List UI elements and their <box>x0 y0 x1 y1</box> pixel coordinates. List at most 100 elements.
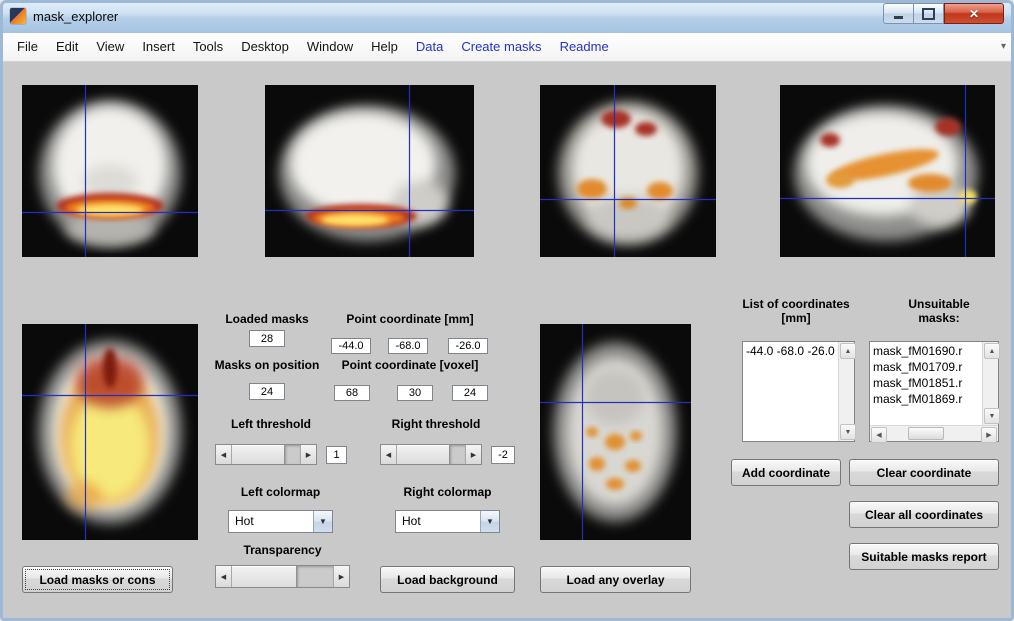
loaded-masks-label: Loaded masks <box>207 312 327 326</box>
minimize-button[interactable] <box>883 3 913 24</box>
add-coordinate-button[interactable]: Add coordinate <box>731 459 841 486</box>
unsuitable-masks-list-items: mask_fM01690.r mask_fM01709.r mask_fM018… <box>870 342 982 425</box>
clear-coordinate-button[interactable]: Clear coordinate <box>849 459 999 486</box>
point-voxel-x-field[interactable] <box>334 385 370 401</box>
menu-insert[interactable]: Insert <box>133 33 184 61</box>
scroll-up-icon[interactable]: ▲ <box>984 343 1000 359</box>
scroll-right-icon[interactable]: ▶ <box>981 427 997 443</box>
clear-all-coordinates-button[interactable]: Clear all coordinates <box>849 501 999 528</box>
point-mm-x-field[interactable] <box>331 338 371 354</box>
left-threshold-slider[interactable]: ◀ ▶ <box>215 444 317 465</box>
unsuitable-masks-label-line2: masks: <box>918 311 959 325</box>
horizontal-scrollbar[interactable]: ◀ ▶ <box>870 425 998 441</box>
list-item[interactable]: mask_fM01709.r <box>873 359 979 375</box>
slider-thumb[interactable] <box>232 566 297 587</box>
titlebar[interactable]: mask_explorer ✕ <box>0 0 1014 34</box>
menu-help[interactable]: Help <box>362 33 407 61</box>
right-colormap-label: Right colormap <box>395 485 500 499</box>
menu-edit[interactable]: Edit <box>47 33 87 61</box>
point-mm-y-field[interactable] <box>388 338 428 354</box>
scroll-down-icon[interactable]: ▼ <box>984 408 1000 424</box>
list-item[interactable]: -44.0 -68.0 -26.0 <box>746 343 835 359</box>
scroll-track[interactable] <box>944 426 981 441</box>
left-colormap-select[interactable]: Hot ▼ <box>228 510 333 533</box>
close-button[interactable]: ✕ <box>944 3 1004 24</box>
chevron-down-icon[interactable]: ▼ <box>313 511 332 532</box>
left-colormap-value: Hot <box>229 511 313 532</box>
brain-view-axial-middle[interactable] <box>540 324 691 540</box>
menu-window[interactable]: Window <box>298 33 362 61</box>
masks-on-position-label: Masks on position <box>207 358 327 372</box>
coordinates-list-items: -44.0 -68.0 -26.0 <box>743 342 838 441</box>
right-threshold-field[interactable] <box>491 446 515 464</box>
right-colormap-value: Hot <box>396 511 480 532</box>
slider-track[interactable] <box>297 566 333 587</box>
unsuitable-masks-label: Unsuitable masks: <box>880 297 998 325</box>
list-item[interactable]: mask_fM01869.r <box>873 391 979 407</box>
slider-thumb[interactable] <box>397 445 450 464</box>
mask-explorer-window: mask_explorer ✕ File Edit View Insert To… <box>0 0 1014 621</box>
scroll-left-icon[interactable]: ◀ <box>871 427 887 443</box>
scroll-up-icon[interactable]: ▲ <box>840 343 856 359</box>
caption-buttons: ✕ <box>883 3 1004 24</box>
load-overlay-button[interactable]: Load any overlay <box>540 566 691 593</box>
point-mm-label: Point coordinate [mm] <box>330 312 490 326</box>
scroll-track[interactable] <box>888 426 908 441</box>
point-voxel-y-field[interactable] <box>397 385 433 401</box>
slider-track[interactable] <box>450 445 465 464</box>
coordinates-list-label-line1: List of coordinates <box>742 297 849 311</box>
right-threshold-slider[interactable]: ◀ ▶ <box>380 444 482 465</box>
slider-thumb[interactable] <box>232 445 285 464</box>
chevron-down-icon[interactable]: ▼ <box>480 511 499 532</box>
brain-view-sagittal-right[interactable] <box>780 85 995 257</box>
menu-readme[interactable]: Readme <box>551 33 618 61</box>
point-voxel-label: Point coordinate [voxel] <box>330 358 490 372</box>
left-threshold-field[interactable] <box>326 446 347 464</box>
brain-view-coronal-right[interactable] <box>540 85 716 257</box>
menu-create-masks[interactable]: Create masks <box>452 33 550 61</box>
left-colormap-label: Left colormap <box>228 485 333 499</box>
load-masks-button[interactable]: Load masks or cons <box>22 566 173 593</box>
menu-data[interactable]: Data <box>407 33 452 61</box>
transparency-slider[interactable]: ◀ ▶ <box>215 565 350 588</box>
left-threshold-label: Left threshold <box>215 417 327 431</box>
unsuitable-masks-listbox[interactable]: mask_fM01690.r mask_fM01709.r mask_fM018… <box>869 341 999 442</box>
list-item[interactable]: mask_fM01851.r <box>873 375 979 391</box>
brain-view-axial-left[interactable] <box>22 324 198 540</box>
brain-view-sagittal-left[interactable] <box>265 85 474 257</box>
menubar-overflow-icon[interactable]: ▾ <box>1001 41 1006 52</box>
maximize-button[interactable] <box>913 3 944 24</box>
menu-view[interactable]: View <box>87 33 133 61</box>
menu-desktop[interactable]: Desktop <box>232 33 298 61</box>
slider-left-arrow-icon[interactable]: ◀ <box>216 566 232 587</box>
scroll-down-icon[interactable]: ▼ <box>840 424 856 440</box>
list-item[interactable]: mask_fM01690.r <box>873 343 979 359</box>
scroll-thumb[interactable] <box>908 427 944 440</box>
loaded-masks-field[interactable] <box>249 330 285 347</box>
point-voxel-z-field[interactable] <box>452 385 488 401</box>
app-icon <box>10 8 26 24</box>
right-colormap-select[interactable]: Hot ▼ <box>395 510 500 533</box>
slider-track[interactable] <box>285 445 300 464</box>
slider-right-arrow-icon[interactable]: ▶ <box>465 445 481 464</box>
slider-right-arrow-icon[interactable]: ▶ <box>300 445 316 464</box>
maximize-icon <box>922 8 935 20</box>
masks-on-position-field[interactable] <box>249 383 285 400</box>
slider-left-arrow-icon[interactable]: ◀ <box>381 445 397 464</box>
transparency-label: Transparency <box>215 543 350 557</box>
close-icon: ✕ <box>969 7 979 21</box>
menu-tools[interactable]: Tools <box>184 33 232 61</box>
unsuitable-masks-label-line1: Unsuitable <box>908 297 969 311</box>
suitable-masks-report-button[interactable]: Suitable masks report <box>849 543 999 570</box>
coordinates-listbox[interactable]: -44.0 -68.0 -26.0 ▲ ▼ <box>742 341 855 442</box>
vertical-scrollbar[interactable]: ▲ ▼ <box>982 342 998 425</box>
coordinates-list-label-line2: [mm] <box>781 311 810 325</box>
brain-view-coronal-left[interactable] <box>22 85 198 257</box>
load-background-button[interactable]: Load background <box>380 566 515 593</box>
slider-left-arrow-icon[interactable]: ◀ <box>216 445 232 464</box>
point-mm-z-field[interactable] <box>448 338 488 354</box>
vertical-scrollbar[interactable]: ▲ ▼ <box>838 342 854 441</box>
right-threshold-label: Right threshold <box>380 417 492 431</box>
slider-right-arrow-icon[interactable]: ▶ <box>333 566 349 587</box>
menu-file[interactable]: File <box>8 33 47 61</box>
